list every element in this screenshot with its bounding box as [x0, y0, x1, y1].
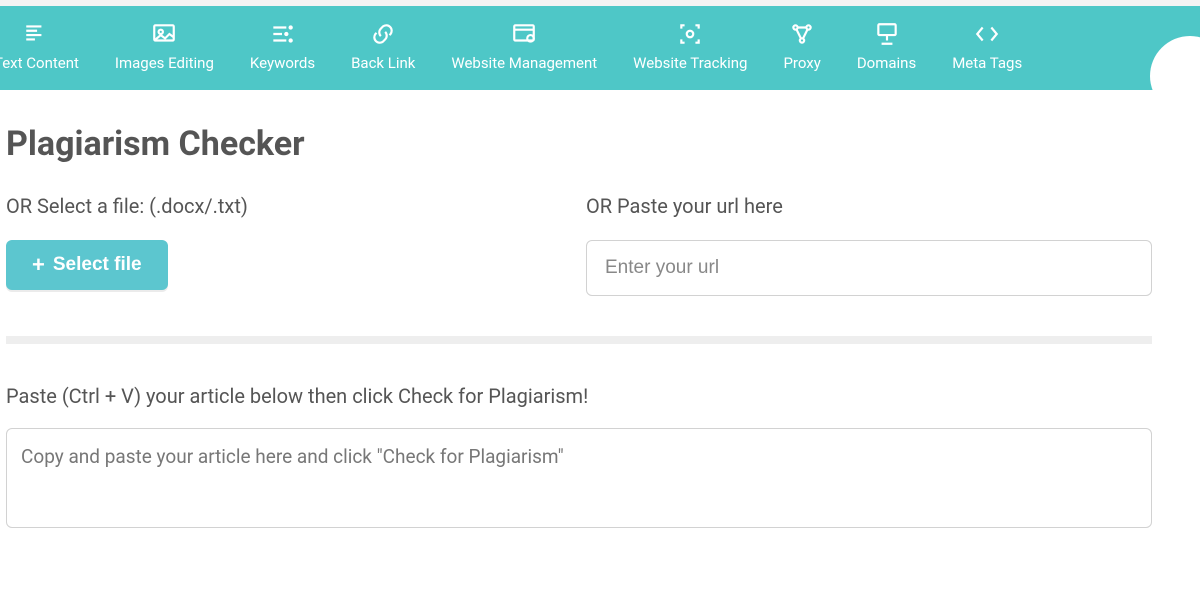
nav-label: Back Link — [351, 54, 415, 72]
proxy-icon — [788, 20, 816, 48]
url-input-column: OR Paste your url here — [586, 194, 1200, 296]
nav-label: Domains — [857, 54, 916, 72]
nav-text-content[interactable]: Text Content — [0, 20, 83, 72]
meta-tags-icon — [973, 20, 1001, 48]
website-tracking-icon — [676, 20, 704, 48]
images-editing-icon — [150, 20, 178, 48]
url-input[interactable] — [586, 240, 1152, 296]
nav-website-tracking[interactable]: Website Tracking — [629, 20, 751, 72]
website-management-icon — [510, 20, 538, 48]
page-title: Plagiarism Checker — [6, 124, 1200, 164]
text-content-icon — [22, 20, 50, 48]
domains-icon — [873, 20, 901, 48]
nav-meta-tags[interactable]: Meta Tags — [948, 20, 1026, 72]
nav-keywords[interactable]: Keywords — [246, 20, 319, 72]
back-link-icon — [369, 20, 397, 48]
nav-domains[interactable]: Domains — [853, 20, 920, 72]
article-paste-label: Paste (Ctrl + V) your article below then… — [6, 384, 1200, 408]
nav-proxy[interactable]: Proxy — [779, 20, 824, 72]
url-input-label: OR Paste your url here — [586, 194, 1152, 218]
select-file-button-label: Select file — [53, 254, 142, 276]
input-options-row: OR Select a file: (.docx/.txt) + Select … — [6, 194, 1200, 296]
nav-back-link[interactable]: Back Link — [347, 20, 419, 72]
article-textarea[interactable] — [6, 428, 1152, 528]
nav-label: Proxy — [783, 54, 820, 72]
plus-icon: + — [32, 254, 45, 276]
nav-label: Text Content — [0, 54, 79, 72]
select-file-button[interactable]: + Select file — [6, 240, 168, 290]
main-nav: Text Content Images Editing Keywords Bac… — [0, 6, 1200, 90]
nav-label: Keywords — [250, 54, 315, 72]
file-select-label: OR Select a file: (.docx/.txt) — [6, 194, 546, 218]
nav-label: Website Management — [451, 54, 597, 72]
nav-label: Meta Tags — [952, 54, 1022, 72]
section-divider — [6, 336, 1152, 344]
nav-images-editing[interactable]: Images Editing — [111, 20, 218, 72]
nav-website-management[interactable]: Website Management — [447, 20, 601, 72]
nav-label: Images Editing — [115, 54, 214, 72]
main-content: Plagiarism Checker OR Select a file: (.d… — [0, 90, 1200, 532]
file-select-column: OR Select a file: (.docx/.txt) + Select … — [6, 194, 546, 296]
nav-label: Website Tracking — [633, 54, 747, 72]
keywords-icon — [268, 20, 296, 48]
